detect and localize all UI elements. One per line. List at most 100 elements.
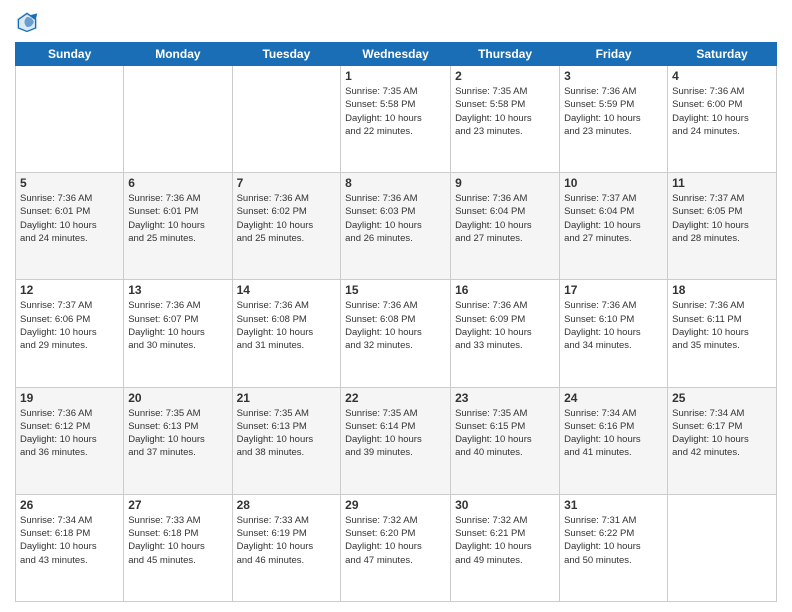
calendar-cell: 17 Sunrise: 7:36 AM Sunset: 6:10 PM Dayli… xyxy=(560,280,668,387)
week-row-1: 1 Sunrise: 7:35 AM Sunset: 5:58 PM Daylig… xyxy=(16,66,777,173)
day-number: 11 xyxy=(672,176,772,190)
calendar-cell: 25Sunrise: 7:34 AM Sunset: 6:17 PM Dayli… xyxy=(668,387,777,494)
day-number: 24 xyxy=(564,391,663,405)
day-info: Sunrise: 7:36 AM Sunset: 6:00 PM Dayligh… xyxy=(672,85,772,138)
calendar-cell: 15 Sunrise: 7:36 AM Sunset: 6:08 PM Dayli… xyxy=(341,280,451,387)
calendar-cell: 24 Sunrise: 7:34 AM Sunset: 6:16 PM Dayli… xyxy=(560,387,668,494)
logo-icon xyxy=(15,10,39,34)
day-info: Sunrise: 7:36 AM Sunset: 6:04 PM Dayligh… xyxy=(455,192,555,245)
day-info: Sunrise: 7:34 AM Sunset: 6:17 PM Dayligh… xyxy=(672,407,772,460)
weekday-header-thursday: Thursday xyxy=(451,43,560,66)
week-row-4: 19 Sunrise: 7:36 AM Sunset: 6:12 PM Dayli… xyxy=(16,387,777,494)
day-number: 18 xyxy=(672,283,772,297)
day-info: Sunrise: 7:33 AM Sunset: 6:18 PM Dayligh… xyxy=(128,514,227,567)
day-info: Sunrise: 7:36 AM Sunset: 6:01 PM Dayligh… xyxy=(128,192,227,245)
day-info: Sunrise: 7:36 AM Sunset: 6:11 PM Dayligh… xyxy=(672,299,772,352)
calendar-table: SundayMondayTuesdayWednesdayThursdayFrid… xyxy=(15,42,777,602)
calendar-cell: 23 Sunrise: 7:35 AM Sunset: 6:15 PM Dayli… xyxy=(451,387,560,494)
day-info: Sunrise: 7:36 AM Sunset: 6:08 PM Dayligh… xyxy=(237,299,337,352)
day-info: Sunrise: 7:35 AM Sunset: 5:58 PM Dayligh… xyxy=(345,85,446,138)
day-number: 12 xyxy=(20,283,119,297)
week-row-5: 26Sunrise: 7:34 AM Sunset: 6:18 PM Dayli… xyxy=(16,494,777,601)
day-number: 29 xyxy=(345,498,446,512)
day-info: Sunrise: 7:36 AM Sunset: 6:02 PM Dayligh… xyxy=(237,192,337,245)
day-number: 9 xyxy=(455,176,555,190)
calendar-cell: 13Sunrise: 7:36 AM Sunset: 6:07 PM Dayli… xyxy=(124,280,232,387)
day-info: Sunrise: 7:36 AM Sunset: 6:09 PM Dayligh… xyxy=(455,299,555,352)
weekday-header-saturday: Saturday xyxy=(668,43,777,66)
weekday-header-wednesday: Wednesday xyxy=(341,43,451,66)
calendar-cell: 27Sunrise: 7:33 AM Sunset: 6:18 PM Dayli… xyxy=(124,494,232,601)
day-info: Sunrise: 7:37 AM Sunset: 6:04 PM Dayligh… xyxy=(564,192,663,245)
day-info: Sunrise: 7:36 AM Sunset: 6:08 PM Dayligh… xyxy=(345,299,446,352)
day-info: Sunrise: 7:36 AM Sunset: 5:59 PM Dayligh… xyxy=(564,85,663,138)
calendar-cell: 26Sunrise: 7:34 AM Sunset: 6:18 PM Dayli… xyxy=(16,494,124,601)
calendar-cell: 6 Sunrise: 7:36 AM Sunset: 6:01 PM Daylig… xyxy=(124,173,232,280)
day-number: 30 xyxy=(455,498,555,512)
calendar-cell: 18 Sunrise: 7:36 AM Sunset: 6:11 PM Dayli… xyxy=(668,280,777,387)
day-number: 17 xyxy=(564,283,663,297)
calendar-cell: 11 Sunrise: 7:37 AM Sunset: 6:05 PM Dayli… xyxy=(668,173,777,280)
day-info: Sunrise: 7:35 AM Sunset: 5:58 PM Dayligh… xyxy=(455,85,555,138)
day-info: Sunrise: 7:36 AM Sunset: 6:03 PM Dayligh… xyxy=(345,192,446,245)
day-number: 22 xyxy=(345,391,446,405)
calendar-cell xyxy=(668,494,777,601)
weekday-header-sunday: Sunday xyxy=(16,43,124,66)
day-info: Sunrise: 7:37 AM Sunset: 6:05 PM Dayligh… xyxy=(672,192,772,245)
day-info: Sunrise: 7:36 AM Sunset: 6:01 PM Dayligh… xyxy=(20,192,119,245)
day-number: 19 xyxy=(20,391,119,405)
calendar-cell: 19 Sunrise: 7:36 AM Sunset: 6:12 PM Dayli… xyxy=(16,387,124,494)
calendar-cell xyxy=(16,66,124,173)
calendar-cell: 12 Sunrise: 7:37 AM Sunset: 6:06 PM Dayli… xyxy=(16,280,124,387)
header xyxy=(15,10,777,34)
calendar-cell xyxy=(232,66,341,173)
day-number: 14 xyxy=(237,283,337,297)
week-row-3: 12 Sunrise: 7:37 AM Sunset: 6:06 PM Dayli… xyxy=(16,280,777,387)
day-number: 28 xyxy=(237,498,337,512)
calendar-cell: 8Sunrise: 7:36 AM Sunset: 6:03 PM Daylig… xyxy=(341,173,451,280)
day-number: 6 xyxy=(128,176,227,190)
day-info: Sunrise: 7:35 AM Sunset: 6:13 PM Dayligh… xyxy=(128,407,227,460)
day-number: 1 xyxy=(345,69,446,83)
day-info: Sunrise: 7:37 AM Sunset: 6:06 PM Dayligh… xyxy=(20,299,119,352)
day-info: Sunrise: 7:36 AM Sunset: 6:10 PM Dayligh… xyxy=(564,299,663,352)
calendar-cell: 1 Sunrise: 7:35 AM Sunset: 5:58 PM Daylig… xyxy=(341,66,451,173)
day-number: 16 xyxy=(455,283,555,297)
calendar-cell: 16 Sunrise: 7:36 AM Sunset: 6:09 PM Dayli… xyxy=(451,280,560,387)
day-number: 3 xyxy=(564,69,663,83)
calendar-cell: 30 Sunrise: 7:32 AM Sunset: 6:21 PM Dayli… xyxy=(451,494,560,601)
day-number: 20 xyxy=(128,391,227,405)
day-number: 23 xyxy=(455,391,555,405)
day-info: Sunrise: 7:32 AM Sunset: 6:21 PM Dayligh… xyxy=(455,514,555,567)
day-number: 26 xyxy=(20,498,119,512)
day-number: 7 xyxy=(237,176,337,190)
calendar-cell: 22 Sunrise: 7:35 AM Sunset: 6:14 PM Dayli… xyxy=(341,387,451,494)
day-number: 2 xyxy=(455,69,555,83)
calendar-cell: 20 Sunrise: 7:35 AM Sunset: 6:13 PM Dayli… xyxy=(124,387,232,494)
calendar-page: SundayMondayTuesdayWednesdayThursdayFrid… xyxy=(0,0,792,612)
weekday-header-tuesday: Tuesday xyxy=(232,43,341,66)
day-info: Sunrise: 7:33 AM Sunset: 6:19 PM Dayligh… xyxy=(237,514,337,567)
calendar-cell: 7 Sunrise: 7:36 AM Sunset: 6:02 PM Daylig… xyxy=(232,173,341,280)
day-info: Sunrise: 7:32 AM Sunset: 6:20 PM Dayligh… xyxy=(345,514,446,567)
day-info: Sunrise: 7:34 AM Sunset: 6:16 PM Dayligh… xyxy=(564,407,663,460)
calendar-cell: 14 Sunrise: 7:36 AM Sunset: 6:08 PM Dayli… xyxy=(232,280,341,387)
day-number: 4 xyxy=(672,69,772,83)
day-info: Sunrise: 7:36 AM Sunset: 6:12 PM Dayligh… xyxy=(20,407,119,460)
calendar-cell: 28 Sunrise: 7:33 AM Sunset: 6:19 PM Dayli… xyxy=(232,494,341,601)
day-info: Sunrise: 7:35 AM Sunset: 6:14 PM Dayligh… xyxy=(345,407,446,460)
day-info: Sunrise: 7:35 AM Sunset: 6:15 PM Dayligh… xyxy=(455,407,555,460)
day-info: Sunrise: 7:31 AM Sunset: 6:22 PM Dayligh… xyxy=(564,514,663,567)
day-info: Sunrise: 7:35 AM Sunset: 6:13 PM Dayligh… xyxy=(237,407,337,460)
calendar-cell: 5Sunrise: 7:36 AM Sunset: 6:01 PM Daylig… xyxy=(16,173,124,280)
day-number: 21 xyxy=(237,391,337,405)
calendar-cell: 31 Sunrise: 7:31 AM Sunset: 6:22 PM Dayli… xyxy=(560,494,668,601)
calendar-cell: 9 Sunrise: 7:36 AM Sunset: 6:04 PM Daylig… xyxy=(451,173,560,280)
day-number: 13 xyxy=(128,283,227,297)
calendar-cell: 2 Sunrise: 7:35 AM Sunset: 5:58 PM Daylig… xyxy=(451,66,560,173)
weekday-header-row: SundayMondayTuesdayWednesdayThursdayFrid… xyxy=(16,43,777,66)
day-number: 10 xyxy=(564,176,663,190)
day-number: 15 xyxy=(345,283,446,297)
day-number: 31 xyxy=(564,498,663,512)
weekday-header-monday: Monday xyxy=(124,43,232,66)
